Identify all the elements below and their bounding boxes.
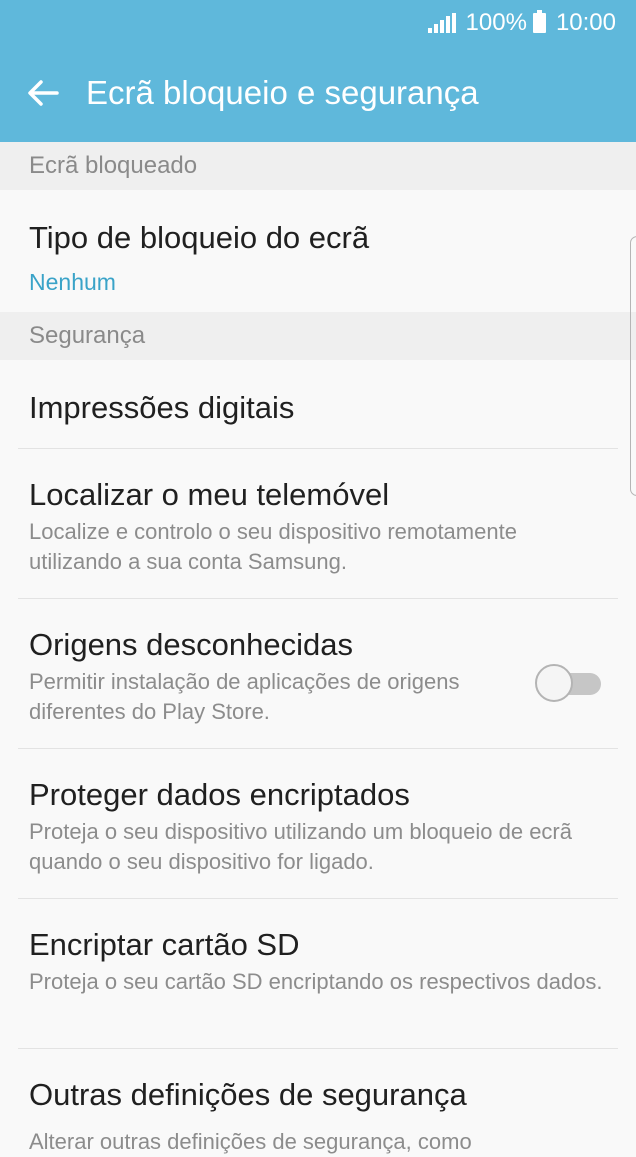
encrypt-sd-subtitle: Proteja o seu cartão SD encriptando os r… <box>29 969 603 994</box>
toggle-thumb <box>535 664 573 702</box>
find-my-mobile-item[interactable]: Localizar o meu telemóvel Localize e con… <box>0 449 636 599</box>
screen-lock-type-title: Tipo de bloqueio do ecrã <box>29 220 370 255</box>
app-bar: 100% 10:00 Ecrã bloqueio e segurança <box>0 0 636 142</box>
settings-list: Ecrã bloqueado Tipo de bloqueio do ecrã … <box>0 142 636 1154</box>
status-bar: 100% 10:00 <box>427 8 616 38</box>
unknown-sources-subtitle: Permitir instalação de aplicações de ori… <box>29 669 460 724</box>
back-button[interactable] <box>22 72 64 114</box>
secure-startup-subtitle: Proteja o seu dispositivo utilizando um … <box>29 819 572 874</box>
clock: 10:00 <box>555 9 616 36</box>
unknown-sources-toggle[interactable] <box>535 660 603 702</box>
other-security-subtitle: Alterar outras definições de segurança, … <box>29 1129 472 1154</box>
other-security-item[interactable]: Outras definições de segurança Alterar o… <box>0 1049 636 1154</box>
section-header-security: Segurança <box>0 312 636 360</box>
unknown-sources-title: Origens desconhecidas <box>29 627 353 662</box>
signal-icon <box>427 13 458 33</box>
other-security-title: Outras definições de segurança <box>29 1077 467 1112</box>
battery-icon <box>532 10 546 33</box>
page-title: Ecrã bloqueio e segurança <box>86 74 479 111</box>
edge-panel-handle[interactable] <box>630 236 636 496</box>
secure-startup-title: Proteger dados encriptados <box>29 777 410 812</box>
screen-lock-type-item[interactable]: Tipo de bloqueio do ecrã Nenhum <box>0 190 636 312</box>
section-header-lock-screen: Ecrã bloqueado <box>0 142 636 190</box>
encrypt-sd-item[interactable]: Encriptar cartão SD Proteja o seu cartão… <box>0 899 636 1049</box>
back-arrow-icon <box>28 80 59 106</box>
find-my-mobile-title: Localizar o meu telemóvel <box>29 477 390 512</box>
encrypt-sd-title: Encriptar cartão SD <box>29 927 300 962</box>
unknown-sources-item[interactable]: Origens desconhecidas Permitir instalaçã… <box>0 599 636 749</box>
screen-lock-type-value: Nenhum <box>29 269 116 295</box>
fingerprints-item[interactable]: Impressões digitais <box>0 360 636 449</box>
find-my-mobile-subtitle: Localize e controlo o seu dispositivo re… <box>29 519 517 574</box>
battery-percent: 100% <box>465 9 527 36</box>
fingerprints-title: Impressões digitais <box>29 390 295 425</box>
secure-startup-item[interactable]: Proteger dados encriptados Proteja o seu… <box>0 749 636 899</box>
